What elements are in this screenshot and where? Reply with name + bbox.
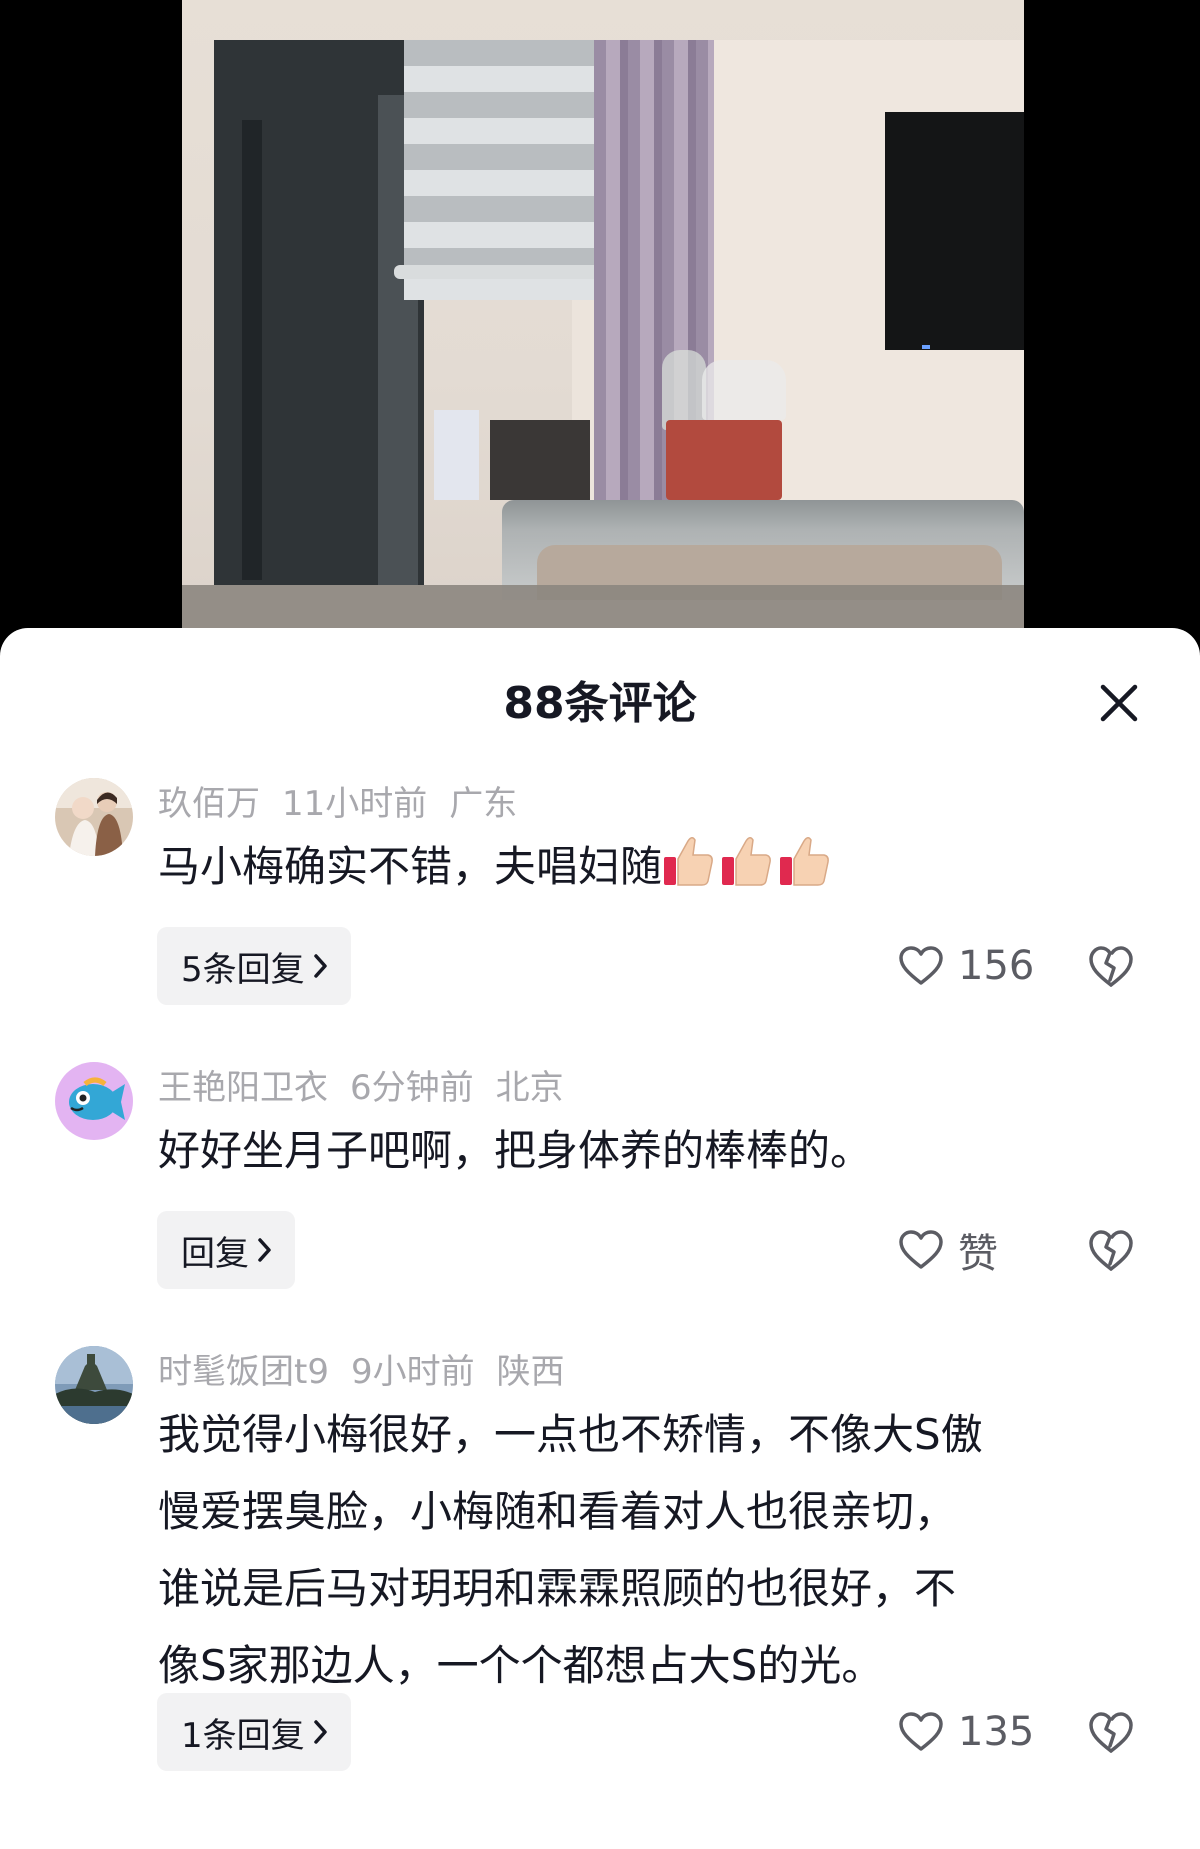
comment-meta: 玖佰万 11小时前 广东 [158, 782, 539, 826]
video-plastic-bag [662, 350, 706, 430]
comment-location: 陕西 [496, 1352, 565, 1392]
heart-icon [899, 946, 943, 985]
video-red-box [666, 420, 782, 500]
view-replies-button[interactable]: 1条回复 [157, 1693, 351, 1771]
reply-label: 1条回复 [181, 1715, 305, 1756]
video-items [490, 420, 590, 500]
like-button[interactable]: 156 [898, 936, 1034, 996]
comment-text-line: 我觉得小梅很好，一点也不矫情，不像大S傲 [158, 1410, 983, 1459]
video-tv [885, 112, 1024, 350]
avatar[interactable] [55, 1346, 133, 1424]
like-count: 156 [958, 943, 1035, 989]
comment-text: 好好坐月子吧啊，把身体养的棒棒的。 [158, 1126, 873, 1175]
view-replies-button[interactable]: 5条回复 [157, 927, 351, 1005]
video-bag [702, 360, 786, 420]
comment-username[interactable]: 时髦饭团t9 [158, 1352, 329, 1392]
comment-meta: 时髦饭团t9 9小时前 陕西 [158, 1350, 587, 1394]
avatar[interactable] [55, 1062, 133, 1140]
like-button[interactable]: 135 [898, 1702, 1034, 1762]
comment-username[interactable]: 玖佰万 [158, 784, 260, 824]
comment-time: 11小时前 [282, 784, 428, 824]
heart-icon [899, 1712, 943, 1751]
thumbs-up-icon [780, 837, 829, 886]
close-icon[interactable] [1098, 682, 1140, 724]
thumbs-up-icon [664, 837, 713, 886]
video-tv-led [922, 345, 930, 349]
comment-time: 9小时前 [350, 1352, 475, 1392]
video-frame [182, 0, 1024, 630]
chevron-right-icon [258, 1238, 271, 1262]
chevron-right-icon [313, 1720, 327, 1744]
comment-text-line: 慢爱摆臭脸，小梅随和看着对人也很亲切， [158, 1487, 957, 1536]
avatar[interactable] [55, 778, 133, 856]
comment-time: 6分钟前 [350, 1068, 474, 1108]
like-count: 赞 [958, 1231, 998, 1277]
comment-username[interactable]: 王艳阳卫衣 [158, 1068, 328, 1108]
comment-meta: 王艳阳卫衣 6分钟前 北京 [158, 1066, 586, 1110]
like-button[interactable]: 赞 [898, 1220, 998, 1280]
comment-location: 北京 [495, 1068, 564, 1108]
video-window-blind [404, 40, 594, 300]
reply-label: 5条回复 [181, 949, 305, 990]
comment-text-line: 谁说是后马对玥玥和霖霖照顾的也很好，不 [158, 1564, 957, 1613]
video-cabinet-shadow [242, 120, 262, 580]
dislike-icon[interactable] [1088, 1228, 1134, 1274]
video-bottom-strip [182, 585, 1024, 630]
comment-text: 马小梅确实不错，夫唱妇随 [158, 828, 1148, 905]
video-card [434, 410, 479, 500]
dislike-icon[interactable] [1088, 1710, 1134, 1756]
dislike-icon[interactable] [1088, 944, 1134, 990]
video-player[interactable] [0, 0, 1200, 640]
heart-icon [899, 1230, 943, 1269]
comment-sheet: 88条评论 玖佰万 11小时前 广东 马小梅确实不错，夫唱妇随 5条回复 156… [0, 628, 1200, 1849]
reply-button[interactable]: 回复 [157, 1211, 295, 1289]
comment-location: 广东 [449, 784, 518, 824]
comment-count-title: 88条评论 [503, 678, 697, 729]
comment-text: 我觉得小梅很好，一点也不矫情，不像大S傲 慢爱摆臭脸，小梅随和看着对人也很亲切，… [158, 1396, 1148, 1704]
thumbs-up-icon [722, 837, 771, 886]
comment-text-body: 马小梅确实不错，夫唱妇随 [158, 842, 663, 891]
like-count: 135 [958, 1709, 1035, 1755]
chevron-right-icon [313, 954, 327, 978]
reply-label: 回复 [181, 1233, 249, 1274]
